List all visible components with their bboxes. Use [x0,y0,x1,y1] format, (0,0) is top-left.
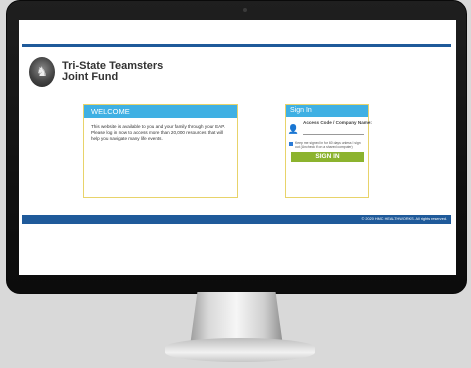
signin-panel: Sign In 👤 Access Code / Company Name: Ke… [285,104,372,198]
screen: ♞ Tri-State Teamsters Joint Fund WELCOME… [19,20,456,275]
access-code-input[interactable] [303,128,364,135]
footer-bar: © 2020 HMC HEALTHWORKS. All rights reser… [22,215,451,224]
access-code-row: 👤 Access Code / Company Name: [287,120,372,138]
sign-in-button[interactable]: SIGN IN [291,152,364,162]
access-code-label: Access Code / Company Name: [303,120,372,125]
header-bar [22,44,451,47]
copyright-text: © 2020 HMC HEALTHWORKS. All rights reser… [361,217,447,221]
welcome-body: This website is available to you and you… [91,124,225,141]
welcome-title: WELCOME [84,105,237,118]
remember-label: Keep me signed in for 60 days unless I s… [295,141,361,149]
teamsters-logo-icon: ♞ [29,57,55,87]
welcome-panel: WELCOME This website is available to you… [83,104,238,198]
brand-line-2: Joint Fund [62,71,119,83]
user-icon: 👤 [287,124,300,134]
webcam-dot [243,8,247,12]
brand-name: Tri-State Teamsters Joint Fund [62,61,163,83]
monitor-stand-base [165,338,315,362]
remember-checkbox[interactable] [289,142,293,146]
brand[interactable]: ♞ Tri-State Teamsters Joint Fund [29,57,163,87]
signin-title: Sign In [286,105,368,117]
